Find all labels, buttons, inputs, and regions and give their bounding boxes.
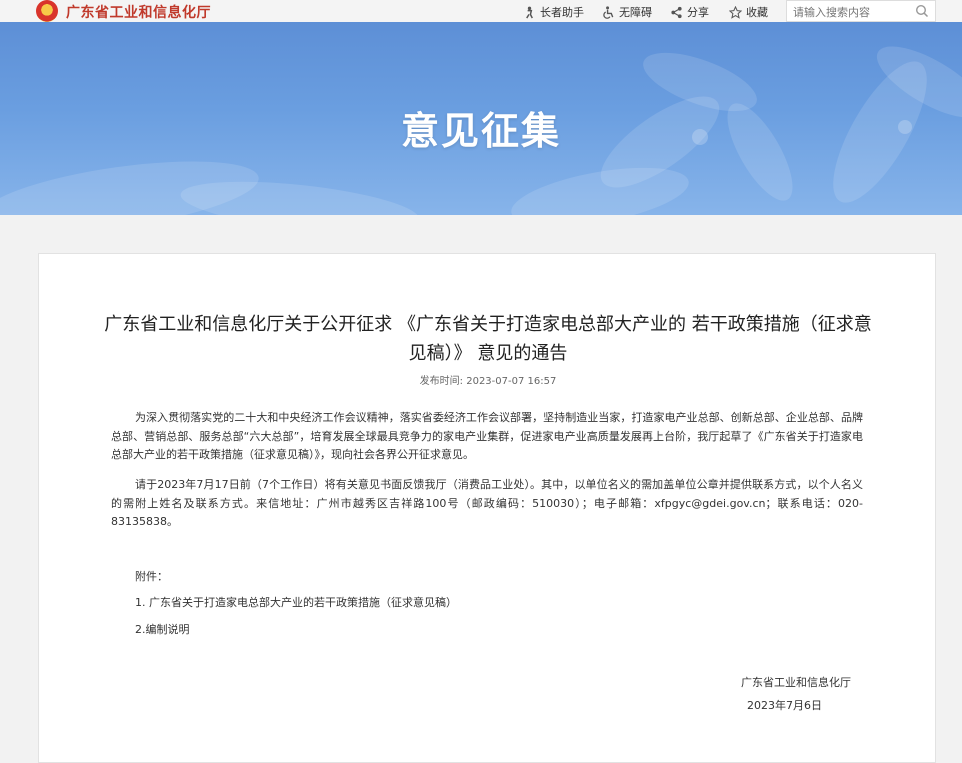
article-card: 广东省工业和信息化厅关于公开征求 《广东省关于打造家电总部大产业的 若干政策措施… bbox=[38, 253, 936, 763]
attachment-link[interactable]: 2.编制说明 bbox=[135, 621, 190, 637]
accessibility-link[interactable]: 无障碍 bbox=[602, 4, 652, 20]
publish-time: 发布时间: 2023-07-07 16:57 bbox=[39, 372, 937, 387]
search-box bbox=[786, 0, 936, 23]
elderly-assist-icon bbox=[526, 6, 533, 18]
search-input[interactable] bbox=[787, 2, 911, 23]
banner-title: 意见征集 bbox=[400, 109, 561, 153]
site-name[interactable]: 广东省工业和信息化厅 bbox=[66, 2, 211, 22]
publish-time-label: 发布时间: bbox=[419, 376, 464, 387]
signature-org: 广东省工业和信息化厅 bbox=[741, 676, 851, 689]
accessibility-icon bbox=[603, 5, 614, 19]
article-title: 广东省工业和信息化厅关于公开征求 《广东省关于打造家电总部大产业的 若干政策措施… bbox=[104, 314, 872, 364]
national-emblem-icon bbox=[36, 0, 58, 22]
accessibility-label: 无障碍 bbox=[619, 6, 652, 19]
attachments-label: 附件： bbox=[135, 570, 168, 583]
share-label: 分享 bbox=[687, 6, 709, 19]
attachment-link[interactable]: 1. 广东省关于打造家电总部大产业的若干政策措施（征求意见稿） bbox=[135, 594, 457, 610]
favorite-link[interactable]: 收藏 bbox=[729, 4, 768, 20]
signature-date: 2023年7月6日 bbox=[747, 699, 822, 712]
share-link[interactable]: 分享 bbox=[670, 4, 709, 20]
elderly-assist-link[interactable]: 长者助手 bbox=[523, 4, 584, 20]
article-paragraph: 请于2023年7月17日前（7个工作日）将有关意见书面反馈我厅（消费品工业处）。… bbox=[111, 478, 863, 528]
search-icon[interactable] bbox=[915, 4, 929, 18]
publish-time-value: 2023-07-07 16:57 bbox=[466, 376, 557, 387]
top-bar: 广东省工业和信息化厅 长者助手 无障碍 分享 收藏 bbox=[0, 0, 962, 23]
favorite-label: 收藏 bbox=[746, 6, 768, 19]
article-paragraph: 为深入贯彻落实党的二十大和中央经济工作会议精神，落实省委经济工作会议部署，坚持制… bbox=[111, 411, 863, 461]
elderly-assist-label: 长者助手 bbox=[540, 6, 584, 19]
star-icon bbox=[729, 5, 742, 19]
page-banner: 意见征集 bbox=[0, 22, 962, 215]
share-icon bbox=[671, 6, 682, 18]
